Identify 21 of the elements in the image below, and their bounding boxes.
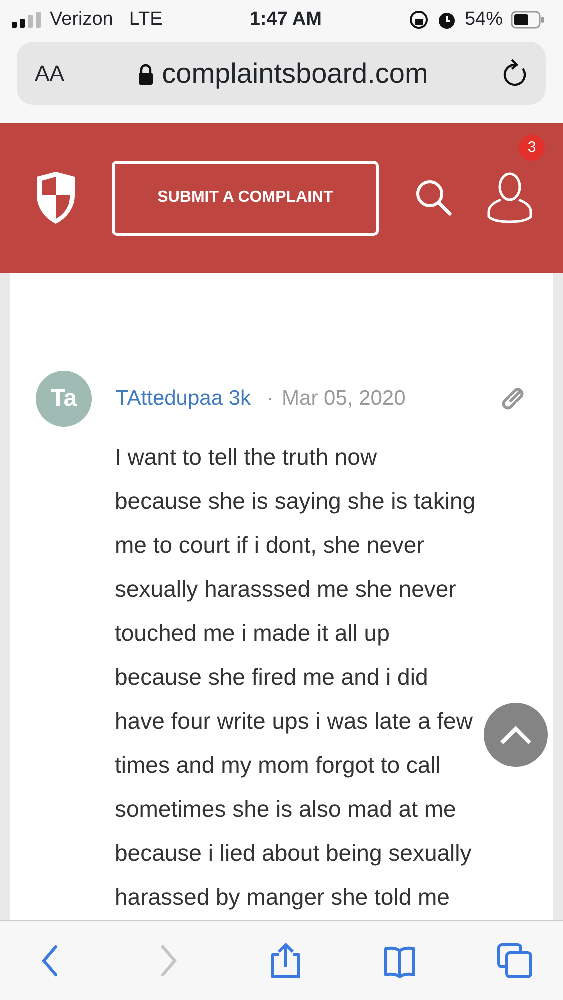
status-time: 1:47 AM (250, 8, 323, 32)
signal-icon (12, 12, 42, 28)
tabs-icon[interactable] (497, 942, 533, 978)
chevron-up-icon (499, 725, 533, 745)
user-icon[interactable] (487, 172, 533, 224)
network-type: LTE (129, 8, 163, 32)
notification-count: 3 (519, 135, 545, 161)
separator-dot: · (267, 386, 274, 412)
lock-icon (138, 62, 154, 84)
author-link[interactable]: TAttedupaa 3k (116, 383, 252, 415)
shield-logo (34, 170, 78, 226)
comment-text: I want to tell the truth now because she is saying she is taking me to court if i dont, she never sexually harasssed me she never touched me i made it all up because she fired me and i did have four write ups i was late a few times and my mom forgot to call sometimes she is also mad at me because i lied about being sexually harassed by manger she told me (115, 443, 476, 912)
text-size-button[interactable]: AA (35, 56, 64, 90)
search-icon[interactable] (415, 179, 453, 217)
post-date: Mar 05, 2020 (282, 386, 406, 412)
user-avatar: Ta (36, 371, 92, 427)
battery-icon (511, 11, 545, 29)
carrier-name: Verizon (50, 8, 114, 32)
url-text[interactable]: complaintsboard.com (162, 52, 428, 94)
submit-complaint-button[interactable]: SUBMIT A COMPLAINT (112, 160, 379, 236)
battery-percent: 54% (464, 8, 503, 32)
